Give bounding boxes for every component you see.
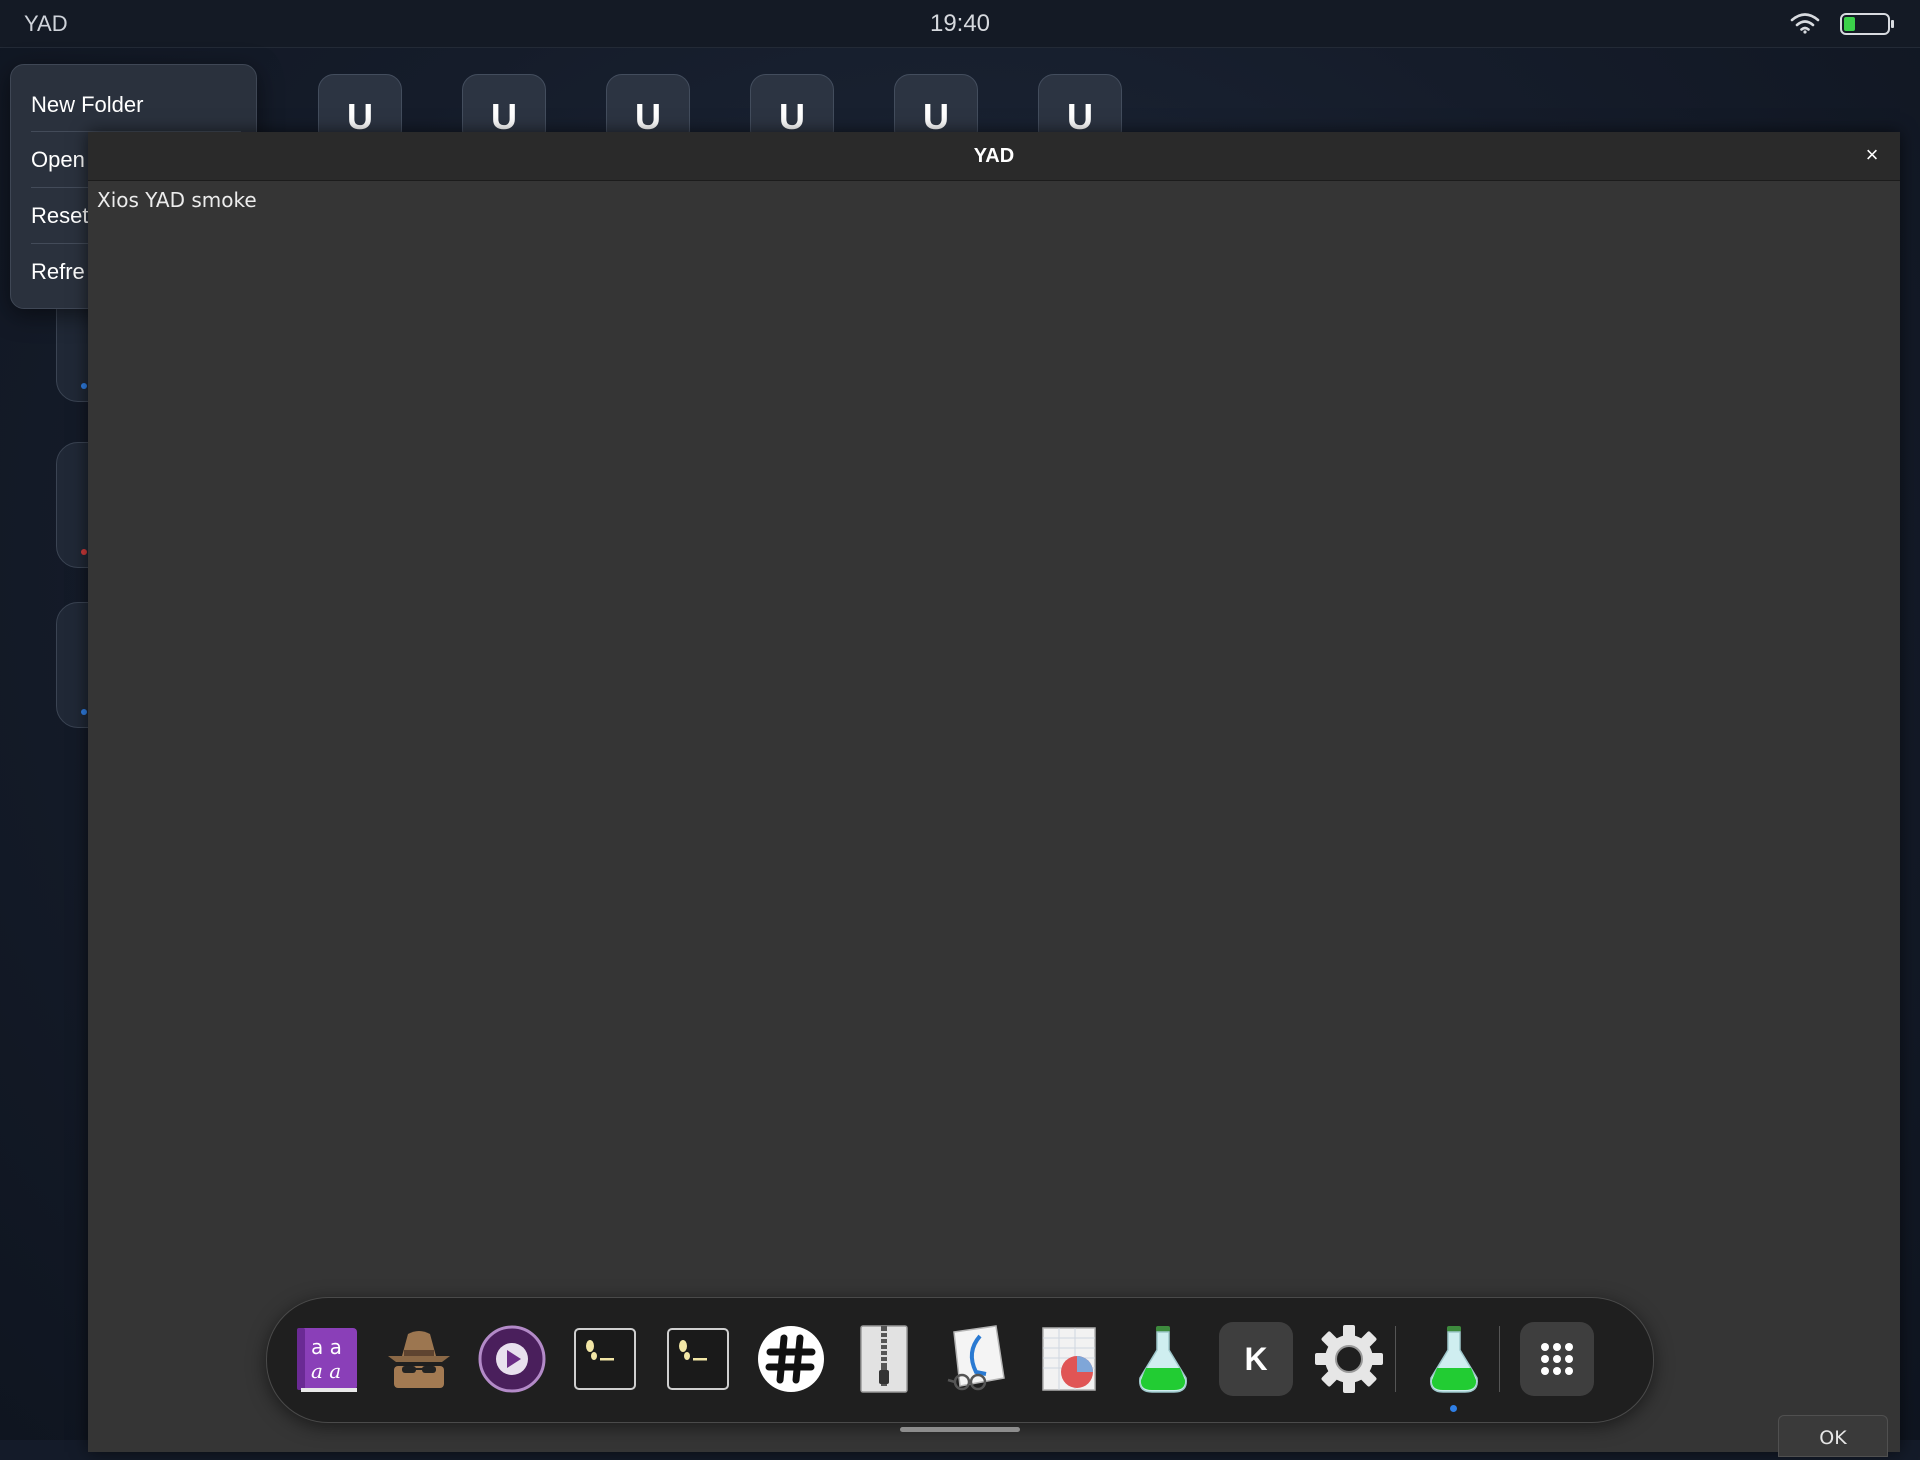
dock-divider [1395,1326,1396,1392]
media-player-icon[interactable] [475,1322,549,1396]
spreadsheet-chart-icon[interactable] [1033,1322,1107,1396]
gear-icon[interactable] [1312,1322,1386,1396]
terminal-icon[interactable] [568,1322,642,1396]
status-dot [81,383,87,389]
status-clock: 19:40 [929,10,991,37]
dialog-message: Xios YAD smoke [97,188,257,212]
svg-text:a a: a a [311,1359,341,1383]
close-button[interactable]: × [1858,140,1886,170]
svg-text:K: K [1244,1341,1267,1377]
hashtag-icon[interactable] [754,1322,828,1396]
battery-icon[interactable] [1840,13,1896,40]
document-viewer-icon[interactable] [940,1322,1014,1396]
spy-hat-icon[interactable] [382,1322,456,1396]
running-indicator-dot [1450,1405,1457,1412]
home-indicator[interactable] [900,1427,1020,1432]
flask-icon[interactable] [1126,1322,1200,1396]
k-app-icon[interactable]: K [1219,1322,1293,1396]
archive-zipper-icon[interactable] [847,1322,921,1396]
menu-item-new-folder[interactable]: New Folder [31,79,241,131]
ok-button[interactable]: OK [1778,1415,1888,1457]
app-grid-icon[interactable] [1520,1322,1594,1396]
dock-divider [1499,1326,1500,1392]
svg-text:a a: a a [311,1335,342,1359]
terminal-icon[interactable] [661,1322,735,1396]
status-bar: YAD 19:40 [0,0,1920,48]
yad-dialog-window: YAD × Xios YAD smoke OK [88,132,1900,1457]
status-dot [81,709,87,715]
status-dot [81,549,87,555]
font-viewer-icon[interactable]: a a a a [289,1322,363,1396]
flask-icon[interactable] [1417,1322,1491,1396]
dock: a a a a K [266,1297,1654,1423]
wifi-icon[interactable] [1790,12,1820,39]
dialog-titlebar[interactable]: YAD × [88,132,1900,181]
dialog-title: YAD [973,145,1015,167]
